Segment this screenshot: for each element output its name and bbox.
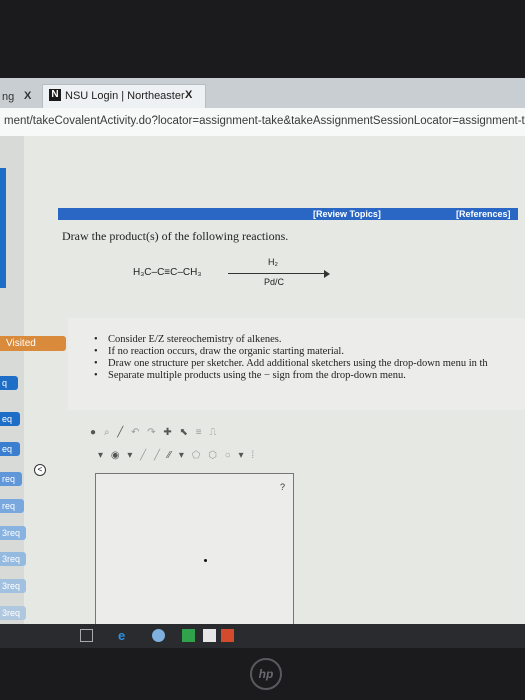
undo-icon[interactable]: ↶	[131, 427, 139, 438]
taskbar: e	[0, 624, 525, 648]
cursor-dot	[204, 559, 207, 562]
question-nav-sidebar	[0, 136, 24, 648]
current-question-indicator	[0, 168, 6, 288]
lasso-icon[interactable]: ⌕	[104, 427, 110, 438]
tab-strip: ng X N NSU Login | Northeaster X	[0, 78, 525, 109]
dropdown-arrow-icon[interactable]: ▾	[98, 450, 103, 461]
single-bond-icon[interactable]: ╱	[140, 450, 146, 461]
sidebar-item[interactable]: eq	[0, 412, 20, 426]
sidebar-item[interactable]: 3req	[0, 606, 26, 620]
clean-icon[interactable]: ≡	[196, 427, 202, 438]
select-tool-icon[interactable]: ●	[90, 427, 96, 438]
reactant-formula: H₃C–C≡C–CH₃	[133, 267, 202, 278]
browser-window: ng X N NSU Login | Northeaster X ment/ta…	[0, 78, 525, 648]
sidebar-item[interactable]: 3req	[0, 552, 26, 566]
template-icon[interactable]: ⎍	[209, 427, 216, 438]
tab-label: ng	[2, 91, 15, 103]
chrome-icon[interactable]	[152, 629, 165, 642]
app-icon[interactable]	[182, 629, 195, 642]
zoom-in-icon[interactable]: ✚	[163, 427, 171, 438]
question-instruction: Draw the product(s) of the following rea…	[62, 229, 289, 243]
sketcher-toolbar-top: ● ⌕ ╱ ↶ ↷ ✚ ⬉ ≡ ⎍	[90, 427, 221, 438]
sketcher-toolbar-bottom: ▾ ◉ ▾ ╱ ╱ ⁄⁄ ▾ ⬠ ⬡ ○ ▾ ⁞	[98, 450, 259, 461]
reagent-bottom: Pd/C	[264, 277, 285, 287]
tip-item: Draw one structure per sketcher. Add add…	[94, 358, 488, 370]
question-header-bar: [Review Topics] [References]	[58, 208, 518, 220]
wedge-bond-icon[interactable]: ╱	[154, 450, 160, 461]
tip-item: If no reaction occurs, draw the organic …	[94, 346, 488, 358]
redo-icon[interactable]: ↷	[147, 427, 155, 438]
brand-logo-text: hp	[258, 667, 274, 681]
reagent-top: H₂	[268, 257, 278, 267]
more-tools-icon[interactable]: ⁞	[251, 450, 254, 461]
sidebar-item[interactable]: 3req	[0, 579, 26, 593]
instructions-panel: Consider E/Z stereochemistry of alkenes.…	[68, 318, 525, 410]
sidebar-item[interactable]: req	[0, 472, 22, 486]
sidebar-item[interactable]: 3req	[0, 526, 26, 540]
review-topics-link[interactable]: [Review Topics]	[313, 208, 381, 220]
zoom-out-icon[interactable]: ⬉	[180, 427, 188, 438]
address-bar[interactable]: ment/takeCovalentActivity.do?locator=ass…	[0, 108, 525, 137]
collapse-panel-button[interactable]: <	[34, 464, 46, 476]
reaction-arrowhead	[324, 270, 330, 278]
file-explorer-icon[interactable]	[203, 629, 216, 642]
sidebar-item[interactable]: req	[0, 499, 24, 513]
benzene-icon[interactable]: ⬡	[208, 450, 217, 461]
sidebar-item[interactable]: q	[0, 376, 18, 390]
double-bond-icon[interactable]: ⁄⁄	[168, 450, 171, 461]
tab-close-button[interactable]: X	[24, 90, 31, 102]
task-view-icon[interactable]	[80, 629, 93, 642]
tip-item: Consider E/Z stereochemistry of alkenes.	[94, 334, 488, 346]
help-icon[interactable]: ?	[280, 482, 285, 492]
edge-browser-icon[interactable]: e	[118, 629, 131, 642]
dropdown-arrow-icon[interactable]: ▾	[127, 450, 132, 461]
laptop-brand-logo: hp	[250, 658, 282, 690]
atom-tool-icon[interactable]: ◉	[111, 450, 120, 461]
store-icon[interactable]	[221, 629, 234, 642]
sidebar-item[interactable]: eq	[0, 442, 20, 456]
tip-item: Separate multiple products using the − s…	[94, 370, 488, 382]
eraser-icon[interactable]: ╱	[117, 427, 123, 438]
tab-nsu-login[interactable]: N NSU Login | Northeaster X	[42, 84, 206, 109]
cyclohexane-icon[interactable]: ○	[225, 450, 231, 461]
tab-previous[interactable]: ng X	[0, 86, 42, 108]
cyclopentane-icon[interactable]: ⬠	[192, 450, 201, 461]
visited-badge: Visited	[0, 336, 66, 351]
tab-close-button[interactable]: X	[185, 89, 192, 101]
northeastern-logo-icon: N	[49, 89, 61, 101]
page-content: Visited q eq eq req req 3req 3req 3req 3…	[0, 136, 525, 648]
sketcher-canvas[interactable]: ?	[95, 473, 294, 643]
reaction-arrow	[228, 273, 328, 274]
ring-dropdown-icon[interactable]: ▾	[239, 450, 244, 461]
references-link[interactable]: [References]	[456, 208, 511, 220]
url-text[interactable]: ment/takeCovalentActivity.do?locator=ass…	[4, 115, 525, 127]
bond-dropdown-icon[interactable]: ▾	[179, 450, 184, 461]
tab-label: NSU Login | Northeaster	[65, 90, 185, 102]
